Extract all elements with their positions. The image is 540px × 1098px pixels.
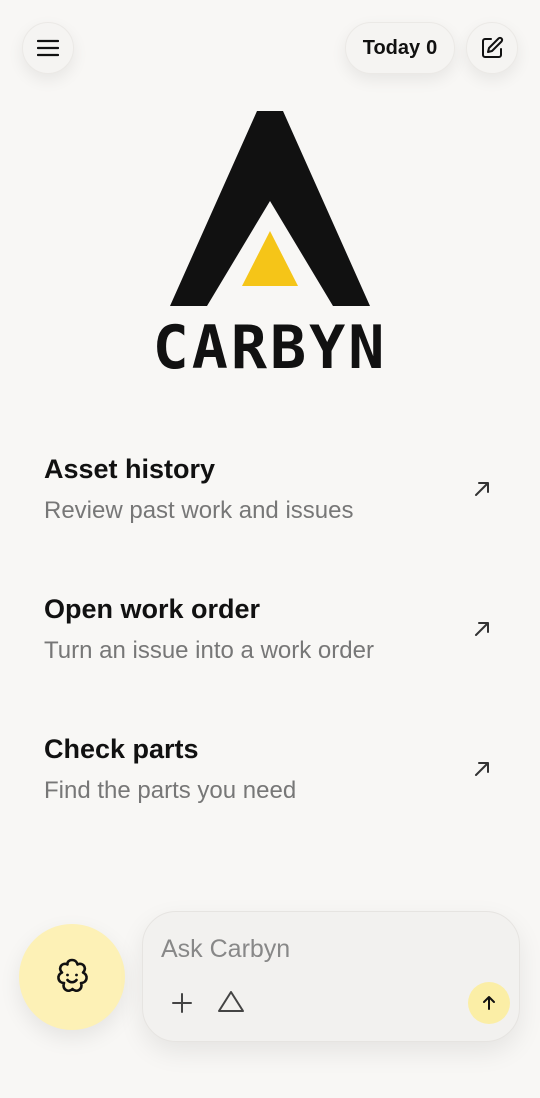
arrow-up-right-icon	[475, 762, 489, 776]
arrow-up-icon	[483, 996, 495, 1010]
today-label: Today	[362, 36, 421, 59]
send-button[interactable]	[468, 982, 510, 1024]
flower-face-icon	[57, 958, 88, 993]
ask-input[interactable]	[161, 932, 481, 966]
suggestion-asset-history[interactable]: Asset history Review past work and issue…	[0, 430, 540, 570]
mode-button[interactable]	[217, 988, 245, 1014]
suggestion-open-work-order[interactable]: Open work order Turn an issue into a wor…	[0, 570, 540, 710]
suggestion-title: Check parts	[44, 734, 199, 764]
menu-button[interactable]	[22, 22, 74, 74]
triangle-icon	[218, 991, 244, 1012]
suggestion-title: Asset history	[44, 454, 216, 484]
chat-composer	[142, 911, 520, 1042]
brand-wordmark: CARBYN	[152, 313, 388, 383]
suggestion-subtitle: Review past work and issues	[44, 497, 354, 524]
plus-icon	[172, 993, 192, 1013]
suggestion-subtitle: Turn an issue into a work order	[44, 637, 374, 664]
new-chat-button[interactable]	[466, 22, 518, 74]
brand-logo: CARBYN	[0, 108, 540, 383]
suggestion-subtitle: Find the parts you need	[44, 777, 297, 804]
arrow-up-right-icon	[475, 482, 489, 496]
today-counter-button[interactable]: Today 0	[345, 22, 455, 74]
suggestion-list: Asset history Review past work and issue…	[0, 430, 540, 850]
today-count: 0	[426, 36, 438, 59]
arrow-up-right-icon	[475, 622, 489, 636]
hamburger-menu-icon	[37, 39, 59, 57]
attach-button[interactable]	[169, 990, 195, 1016]
suggestion-title: Open work order	[44, 594, 261, 624]
assistant-button[interactable]	[19, 924, 125, 1030]
suggestion-check-parts[interactable]: Check parts Find the parts you need	[0, 710, 540, 850]
app-screen: Today 0 CARBYN Asset history Review past…	[0, 0, 540, 1098]
edit-compose-icon	[482, 36, 504, 58]
logo-mark	[170, 111, 370, 306]
